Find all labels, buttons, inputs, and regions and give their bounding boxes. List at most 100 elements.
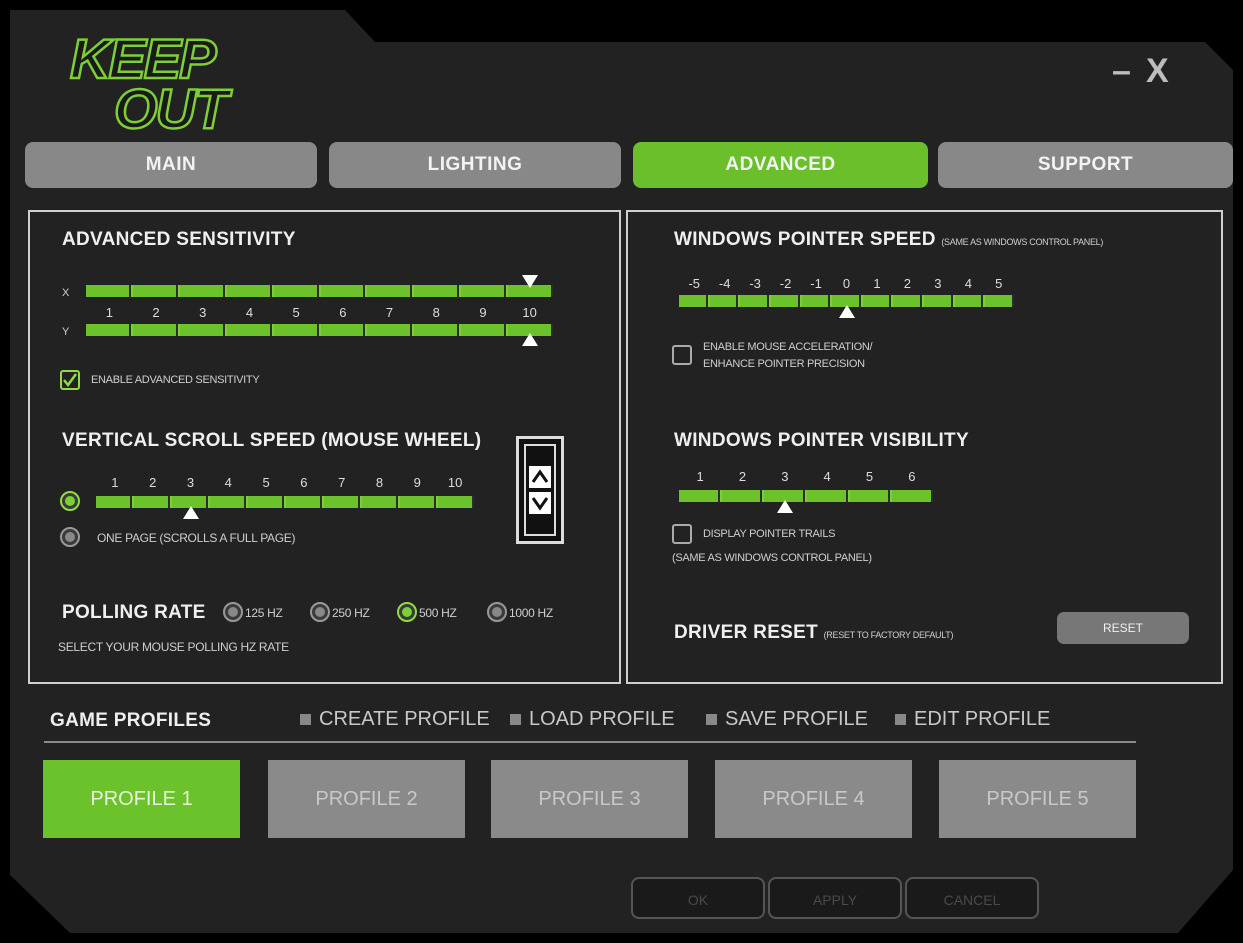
polling-rate-hint: SELECT YOUR MOUSE POLLING HZ RATE [58,640,289,654]
tick-label: 8 [375,475,384,490]
scroll-lines-radio[interactable] [60,491,80,511]
profile-3-button[interactable]: PROFILE 3 [491,760,688,838]
cancel-button[interactable]: CANCEL [905,877,1039,919]
slider-segment [320,324,366,336]
minimize-button[interactable]: – [1112,52,1131,91]
pointer-speed-title-text: WINDOWS POINTER SPEED [674,229,936,250]
tick-label: 8 [432,305,440,320]
driver-reset-title: DRIVER RESET (RESET TO FACTORY DEFAULT) [674,622,953,644]
tick-label: -1 [810,276,822,291]
tab-lighting[interactable]: LIGHTING [329,142,621,188]
advanced-sensitivity-checkbox[interactable] [60,370,80,390]
tick-label: 0 [842,276,851,291]
y-axis-label: Y [62,326,70,338]
tick-label: -3 [749,276,761,291]
tab-main[interactable]: MAIN [25,142,317,188]
tick-label: 10 [522,305,537,320]
slider-segment [862,295,892,307]
pointer-speed-handle[interactable] [838,305,855,318]
reset-button[interactable]: RESET [1057,612,1189,644]
tick-label: 2 [149,475,157,490]
slider-segment [367,285,413,297]
slider-segment [414,324,460,336]
tick-label: 3 [934,276,942,291]
profile-1-button[interactable]: PROFILE 1 [43,760,240,838]
profile-5-button[interactable]: PROFILE 5 [939,760,1136,838]
pointer-trails-checkbox[interactable] [672,524,692,544]
polling-250-radio[interactable] [310,602,330,622]
tick-label: 1 [111,475,119,490]
tick-label: -2 [779,276,792,291]
sensitivity-x-slider[interactable] [86,285,554,297]
scroll-speed-title: VERTICAL SCROLL SPEED (MOUSE WHEEL) [62,430,482,451]
profiles-divider [44,741,1136,743]
sensitivity-y-slider[interactable] [86,324,554,336]
sensitivity-y-handle[interactable] [521,333,538,346]
slider-segment [86,285,131,297]
profile-4-button[interactable]: PROFILE 4 [715,760,912,838]
tick-label: 9 [413,475,421,490]
polling-500-radio[interactable] [397,602,417,622]
tick-label: 4 [224,475,232,490]
slider-segment [179,324,225,336]
slider-segment [461,285,507,297]
slider-segment [924,295,953,307]
edit-profile-button[interactable]: EDIT PROFILE [895,708,1050,731]
polling-125-label: 125 HZ [245,606,283,620]
polling-125-radio[interactable] [223,602,243,622]
slider-segment [96,496,132,508]
slider-segment [226,324,272,336]
slider-segment [893,295,923,307]
keep-out-logo: KEEP OUT [62,26,312,142]
tab-advanced[interactable]: ADVANCED [633,142,928,188]
load-profile-button[interactable]: LOAD PROFILE [510,708,675,731]
scroll-speed-slider[interactable] [96,496,474,508]
slider-segment [740,295,769,307]
slider-segment [461,324,507,336]
scroll-wheel-preview [516,436,564,544]
sensitivity-x-handle[interactable] [521,275,538,288]
tick-label: 10 [447,475,463,490]
scroll-one-page-radio[interactable] [60,527,80,547]
square-icon [510,714,521,726]
advanced-sensitivity-title: ADVANCED SENSITIVITY [62,229,296,250]
slider-segment [801,295,831,307]
close-button[interactable]: X [1146,52,1169,91]
ok-button[interactable]: OK [631,877,765,919]
tick-label: 5 [865,469,874,484]
tick-label: 3 [199,305,207,320]
save-profile-button[interactable]: SAVE PROFILE [706,708,868,731]
tick-label: 3 [186,475,195,490]
slider-segment [134,496,170,508]
tick-label: 1 [105,305,113,320]
slider-segment [286,496,322,508]
driver-reset-title-text: DRIVER RESET [674,622,819,643]
checkmark-icon [63,373,78,388]
slider-segment [709,295,739,307]
tick-label: 9 [479,305,487,320]
x-axis-label: X [62,287,70,299]
tick-label: 3 [781,469,789,484]
slider-segment [132,324,178,336]
slider-segment [985,295,1015,307]
polling-1000-radio[interactable] [487,602,507,622]
polling-1000-label: 1000 HZ [509,606,553,620]
tab-support[interactable]: SUPPORT [938,142,1233,188]
slider-segment [132,285,178,297]
tick-label: 1 [873,276,881,291]
slider-segment [179,285,225,297]
pointer-visibility-slider[interactable] [679,490,934,502]
tick-label: 6 [300,475,308,490]
scroll-speed-handle[interactable] [182,506,199,519]
tick-label: 7 [385,305,394,320]
tick-label: 7 [338,475,346,490]
profile-2-button[interactable]: PROFILE 2 [268,760,465,838]
mouse-acceleration-label-line1: ENABLE MOUSE ACCELERATION/ [703,341,873,353]
tick-label: 6 [908,469,916,484]
create-profile-button[interactable]: CREATE PROFILE [300,708,490,731]
apply-button[interactable]: APPLY [768,877,902,919]
tick-label: 5 [262,475,270,490]
pointer-visibility-handle[interactable] [776,500,793,513]
mouse-acceleration-checkbox[interactable] [672,345,692,365]
slider-segment [954,295,984,307]
